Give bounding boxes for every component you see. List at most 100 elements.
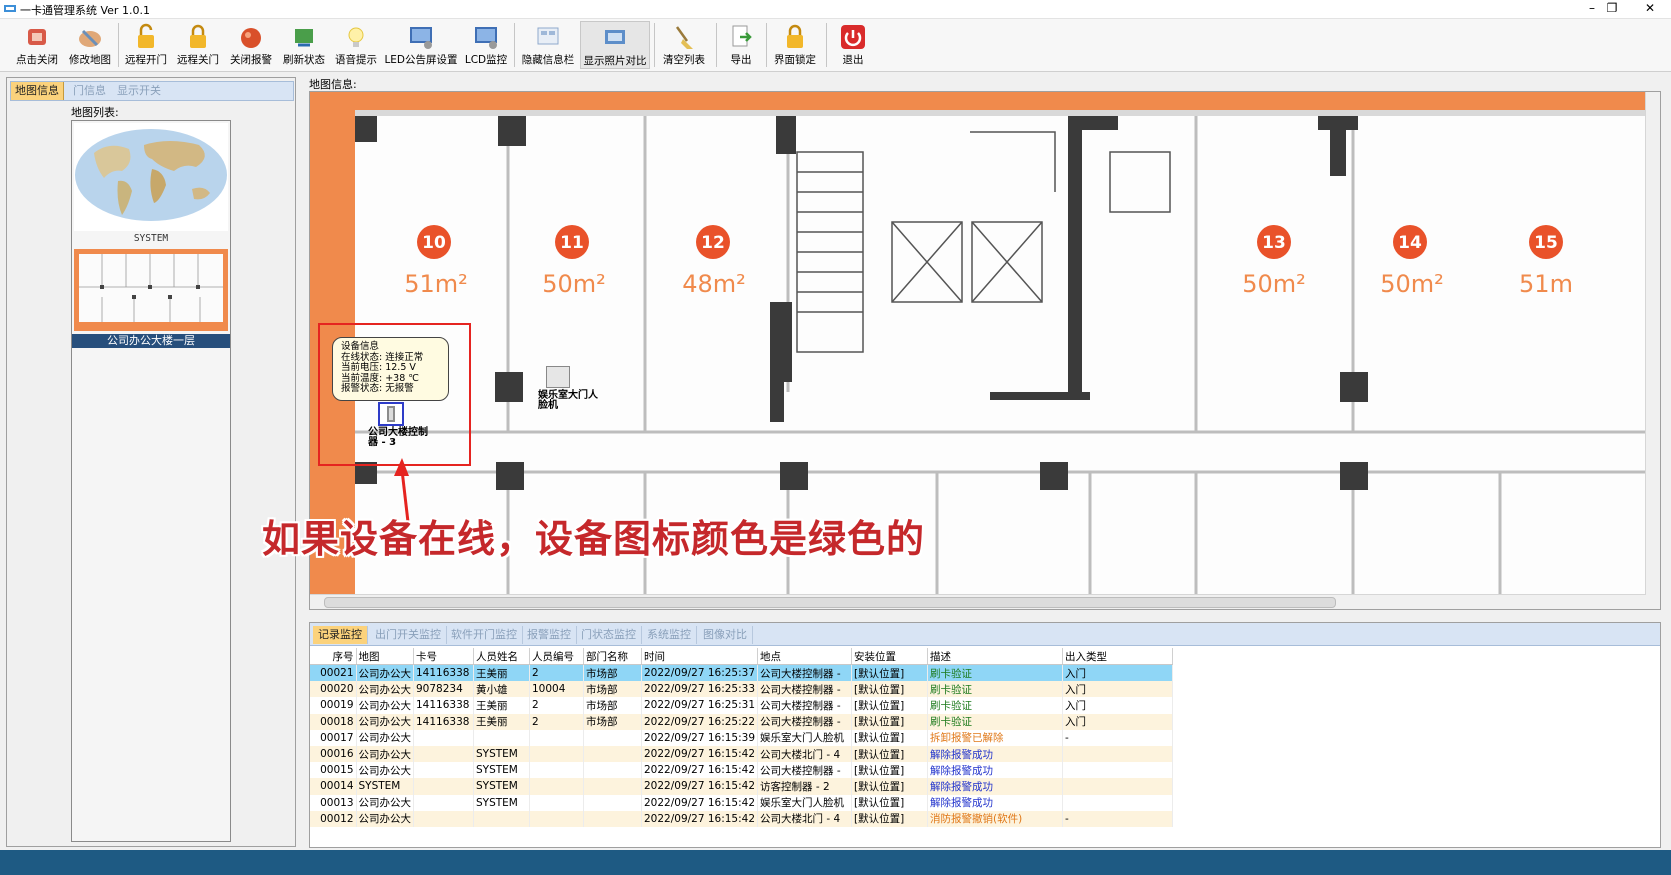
cell-card <box>413 745 474 763</box>
lcd-monitor-button[interactable]: LCD监控 <box>460 21 512 69</box>
controller-device-label: 公司大楼控制器 - 3 <box>368 427 428 448</box>
cell-dept <box>583 778 642 795</box>
map-horizontal-scrollbar[interactable] <box>310 594 1646 609</box>
table-row[interactable]: 00013 公司办公大 SYSTEM 2022/09/27 16:15:42 娱乐室大门… <box>310 794 1174 811</box>
ui-lock-icon <box>787 24 803 48</box>
tutorial-caption: 如果设备在线，设备图标颜色是绿色的 <box>262 517 926 561</box>
remote-open-button[interactable]: 远程开门 <box>120 21 172 69</box>
cell-name: SYSTEM <box>473 794 530 811</box>
cell-dept <box>583 810 642 827</box>
room-number-10: 10 <box>422 233 446 253</box>
title-bar: 一卡通管理系统 Ver 1.0.1 – ❐ ✕ <box>0 0 1671 19</box>
col-install-position[interactable]: 安装位置 <box>851 648 929 665</box>
toolbar-label: 远程开门 <box>125 54 167 66</box>
cell-name: 王美丽 <box>473 713 530 730</box>
tab-system-monitor[interactable]: 系统监控 <box>642 626 697 644</box>
cell-type: - <box>1062 810 1174 827</box>
table-row[interactable]: 00018 公司办公大 14116338 王美丽 2 市场部 2022/09/27 16:2… <box>310 713 1174 730</box>
col-map[interactable]: 地图 <box>356 648 414 665</box>
remote-close-button[interactable]: 远程关门 <box>172 21 224 69</box>
tab-record-monitor[interactable]: 记录监控 <box>313 626 368 644</box>
cell-pid: 2 <box>529 713 584 730</box>
ui-lock-button[interactable]: 界面锁定 <box>768 21 822 69</box>
tab-display-switch[interactable]: 显示开关 <box>113 82 165 100</box>
table-row[interactable]: 00017 公司办公大 2022/09/27 16:15:39 娱乐室大门人脸机 [默认… <box>310 729 1174 746</box>
world-map-thumbnail[interactable] <box>74 123 228 231</box>
tab-software-open-monitor[interactable]: 软件开门监控 <box>446 626 523 644</box>
cell-name: SYSTEM <box>473 745 530 763</box>
cell-map: 公司办公大 <box>356 697 414 714</box>
export-button[interactable]: 导出 <box>718 21 764 69</box>
clear-list-button[interactable]: 清空列表 <box>656 21 712 69</box>
restore-button[interactable]: ❐ <box>1592 0 1632 18</box>
controller-device-icon[interactable] <box>378 402 404 426</box>
cell-dept: 市场部 <box>583 664 642 682</box>
cell-no: 00016 <box>310 745 357 763</box>
tab-door-status-monitor[interactable]: 门状态监控 <box>576 626 642 644</box>
led-settings-button[interactable]: LED公告屏设置 <box>382 21 460 69</box>
col-description[interactable]: 描述 <box>927 648 1064 665</box>
cell-no: 00014 <box>310 778 357 795</box>
table-row[interactable]: 00020 公司办公大 9078234 黄小雄 10004 市场部 2022/09/27 1… <box>310 681 1174 698</box>
col-person-id[interactable]: 人员编号 <box>529 648 584 665</box>
cell-card: 9078234 <box>413 681 474 698</box>
refresh-status-button[interactable]: 刷新状态 <box>278 21 330 69</box>
tab-map-info[interactable]: 地图信息 <box>11 82 64 100</box>
cell-time: 2022/09/27 16:15:42 <box>641 794 759 811</box>
hide-info-bar-button[interactable]: 隐藏信息栏 <box>516 21 580 69</box>
toolbar-label: 退出 <box>842 54 864 66</box>
table-row[interactable]: 00016 公司办公大 SYSTEM 2022/09/27 16:15:42 公司大楼北… <box>310 745 1174 763</box>
cell-no: 00017 <box>310 729 357 746</box>
toolbar-separator <box>766 23 767 67</box>
window-title: 一卡通管理系统 Ver 1.0.1 <box>20 4 150 17</box>
map-name-system[interactable]: SYSTEM <box>72 233 230 244</box>
cell-map: 公司办公大 <box>356 681 414 698</box>
panel-splitter[interactable] <box>309 612 1659 618</box>
cell-name <box>473 810 530 827</box>
tab-exit-switch-monitor[interactable]: 出门开关监控 <box>370 626 447 644</box>
table-row[interactable]: 00012 公司办公大 2022/09/27 16:15:42 公司大楼北门 - 4[… <box>310 810 1174 827</box>
voice-prompt-button[interactable]: 语音提示 <box>330 21 382 69</box>
cell-desc: 刷卡验证 <box>927 681 1064 698</box>
col-department[interactable]: 部门名称 <box>583 648 642 665</box>
face-terminal-device-icon[interactable] <box>546 366 570 388</box>
close-door-button[interactable]: 点击关闭 <box>10 21 64 69</box>
tab-alarm-monitor[interactable]: 报警监控 <box>522 626 577 644</box>
map-name-office-floor1[interactable]: 公司办公大楼一层 <box>72 334 230 348</box>
col-seq[interactable]: 序号 <box>310 648 357 665</box>
device-alarm-status: 报警状态: 无报警 <box>341 383 414 395</box>
table-row[interactable]: 00015 公司办公大 SYSTEM 2022/09/27 16:15:42 公司大楼控… <box>310 762 1174 779</box>
cell-type <box>1062 745 1174 763</box>
cell-type: 入门 <box>1062 664 1174 682</box>
cell-install: [默认位置] <box>851 794 929 811</box>
col-access-type[interactable]: 出入类型 <box>1062 648 1174 665</box>
tab-image-compare[interactable]: 图像对比 <box>698 626 753 644</box>
map-vertical-scrollbar[interactable] <box>1645 92 1660 609</box>
tab-door-info[interactable]: 门信息 <box>69 82 110 100</box>
col-name[interactable]: 人员姓名 <box>473 648 530 665</box>
cell-time: 2022/09/27 16:25:22 <box>641 713 759 730</box>
floor-plan-thumbnail[interactable] <box>74 249 228 331</box>
col-time[interactable]: 时间 <box>641 648 759 665</box>
cell-desc: 刷卡验证 <box>927 664 1064 682</box>
table-row[interactable]: 00014 SYSTEM SYSTEM 2022/09/27 16:15:42 访客控制… <box>310 778 1174 795</box>
col-card[interactable]: 卡号 <box>413 648 474 665</box>
close-window-button[interactable]: ✕ <box>1630 0 1670 18</box>
cell-install: [默认位置] <box>851 778 929 795</box>
cell-dept: 市场部 <box>583 681 642 698</box>
col-location[interactable]: 地点 <box>757 648 853 665</box>
table-row[interactable]: 00021 公司办公大 14116338 王美丽 2 市场部 2022/09/27 16:2… <box>310 664 1174 682</box>
edit-map-button[interactable]: 修改地图 <box>64 21 116 69</box>
cell-desc: 解除报警成功 <box>927 762 1064 779</box>
show-photo-compare-button[interactable]: 显示照片对比 <box>580 21 650 69</box>
cell-map: 公司办公大 <box>356 810 414 827</box>
room-number-14: 14 <box>1398 233 1422 253</box>
cell-desc: 刷卡验证 <box>927 713 1064 730</box>
exit-button[interactable]: 退出 <box>830 21 876 69</box>
record-table: 序号 地图 卡号 人员姓名 人员编号 部门名称 时间 地点 安装位置 描述 出入… <box>310 648 1174 827</box>
table-row[interactable]: 00019 公司办公大 14116338 王美丽 2 市场部 2022/09/27 16:2… <box>310 697 1174 714</box>
scroll-thumb[interactable] <box>324 597 1336 608</box>
close-alarm-button[interactable]: 关闭报警 <box>224 21 278 69</box>
cell-time: 2022/09/27 16:15:42 <box>641 762 759 779</box>
toolbar-label: LED公告屏设置 <box>384 54 458 66</box>
